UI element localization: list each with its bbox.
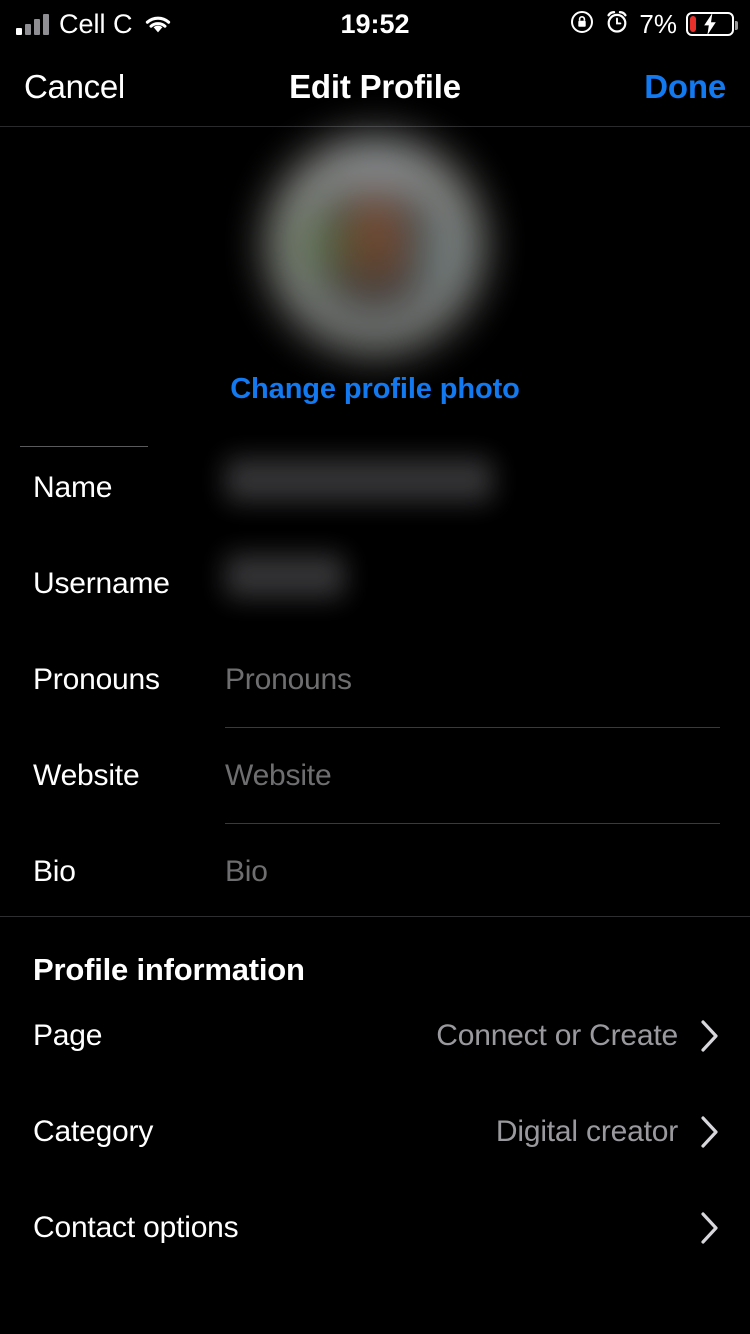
field-row-website[interactable]: Website <box>0 728 750 824</box>
field-label-name: Name <box>33 471 113 504</box>
rotation-lock-icon <box>569 9 595 40</box>
field-label-bio: Bio <box>33 855 76 888</box>
edit-profile-screen: Cell C 19:52 7% Cancel Edit Profile Done… <box>0 0 750 1334</box>
profile-form: Name Username Pronouns Website <box>0 440 750 920</box>
profile-photo-section <box>0 132 750 362</box>
battery-charging-icon <box>686 12 738 36</box>
cellular-signal-icon <box>16 13 49 35</box>
pronouns-input[interactable] <box>225 663 750 697</box>
row-label-contact-options: Contact options <box>33 1211 239 1244</box>
field-value-name[interactable] <box>225 440 750 536</box>
field-value-website[interactable] <box>225 728 750 824</box>
field-label-pronouns: Pronouns <box>33 663 160 696</box>
profile-photo[interactable] <box>270 140 480 350</box>
field-value-bio[interactable] <box>225 824 750 920</box>
done-button[interactable]: Done <box>644 68 726 106</box>
status-bar-right: 7% <box>569 8 738 40</box>
chevron-right-icon <box>700 1019 720 1053</box>
row-page[interactable]: Page Connect or Create <box>0 988 750 1084</box>
chevron-right-icon <box>700 1115 720 1149</box>
website-input[interactable] <box>225 759 750 793</box>
battery-percentage-label: 7% <box>639 8 677 39</box>
carrier-label: Cell C <box>59 8 133 39</box>
field-label-username: Username <box>33 567 170 600</box>
bio-input[interactable] <box>225 855 750 889</box>
cancel-button[interactable]: Cancel <box>24 68 125 106</box>
row-value-page: Connect or Create <box>436 1019 678 1052</box>
profile-information-title: Profile information <box>33 952 305 987</box>
field-value-pronouns[interactable] <box>225 632 750 728</box>
wifi-icon <box>143 13 173 35</box>
row-label-page: Page <box>33 1019 103 1052</box>
field-label-website: Website <box>33 759 140 792</box>
row-label-category: Category <box>33 1115 154 1148</box>
row-contact-options[interactable]: Contact options <box>0 1180 750 1276</box>
row-category[interactable]: Category Digital creator <box>0 1084 750 1180</box>
navbar-divider <box>0 126 750 127</box>
field-row-pronouns[interactable]: Pronouns <box>0 632 750 728</box>
field-row-username[interactable]: Username <box>0 536 750 632</box>
status-bar: Cell C 19:52 7% <box>0 0 750 48</box>
change-profile-photo-button[interactable]: Change profile photo <box>0 372 750 407</box>
status-bar-left: Cell C <box>16 9 173 40</box>
alarm-clock-icon <box>604 9 630 40</box>
row-value-category: Digital creator <box>495 1115 678 1148</box>
field-row-bio[interactable]: Bio <box>0 824 750 920</box>
chevron-right-icon <box>700 1211 720 1245</box>
field-row-name[interactable]: Name <box>0 440 750 536</box>
field-value-username[interactable] <box>225 536 750 632</box>
profile-information-section: Profile information Page Connect or Crea… <box>0 917 750 1276</box>
navigation-bar: Cancel Edit Profile Done <box>0 48 750 126</box>
